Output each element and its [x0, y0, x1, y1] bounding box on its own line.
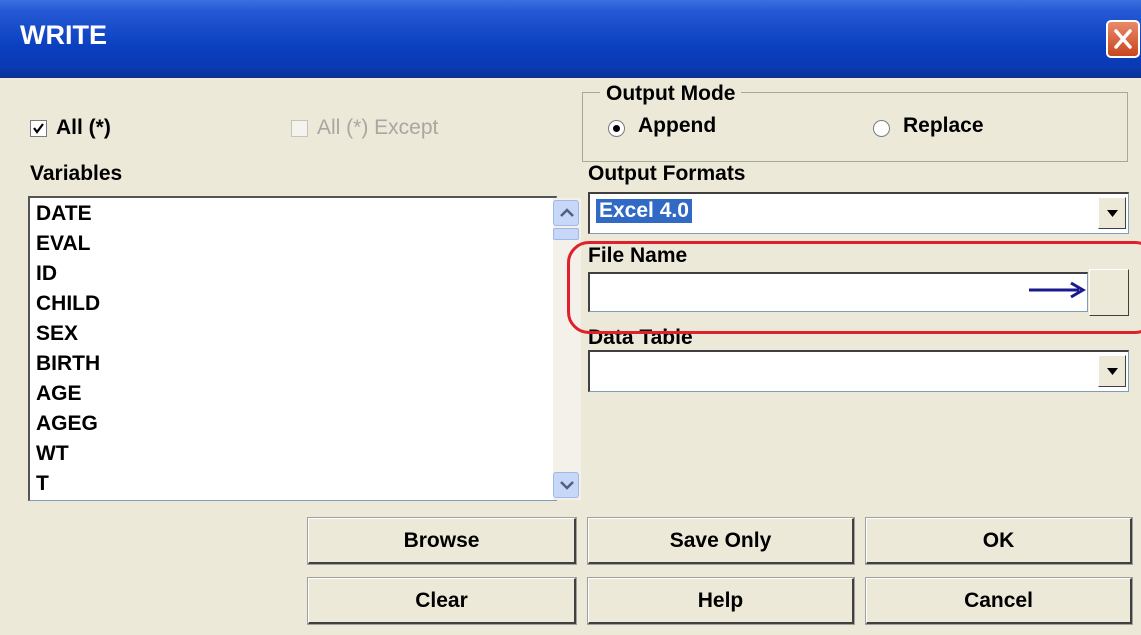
- scroll-up-icon: [560, 208, 574, 217]
- replace-radio[interactable]: [873, 120, 890, 137]
- list-item[interactable]: CHILD: [36, 292, 100, 316]
- list-item[interactable]: BIRTH: [36, 352, 100, 376]
- output-formats-label: Output Formats: [588, 162, 746, 185]
- cancel-button[interactable]: Cancel: [865, 577, 1133, 625]
- scroll-down-icon: [560, 481, 574, 490]
- variables-listbox[interactable]: DATE EVAL ID CHILD SEX BIRTH AGE AGEG WT…: [28, 196, 581, 501]
- dialog-title: WRITE: [20, 20, 107, 50]
- output-formats-dropdown-button[interactable]: [1098, 197, 1126, 229]
- append-label: Append: [638, 114, 717, 137]
- scroll-thumb[interactable]: [553, 228, 579, 240]
- variables-label: Variables: [30, 162, 123, 185]
- output-formats-value: Excel 4.0: [596, 199, 692, 223]
- list-item[interactable]: DATE: [36, 202, 92, 226]
- list-item[interactable]: WT: [36, 442, 69, 466]
- write-dialog: WRITE All (*) All (*) Except Output Mode…: [0, 0, 1141, 635]
- output-formats-select[interactable]: Excel 4.0: [588, 192, 1129, 234]
- all-checkbox[interactable]: [30, 120, 47, 137]
- ok-button[interactable]: OK: [865, 517, 1133, 565]
- scroll-up-button[interactable]: [553, 200, 579, 226]
- data-table-label: Data Table: [588, 326, 693, 349]
- file-browse-button[interactable]: [1089, 269, 1129, 316]
- dropdown-arrow-icon: [1107, 368, 1118, 375]
- all-except-checkbox: [291, 120, 308, 137]
- dropdown-arrow-icon: [1107, 210, 1118, 217]
- variables-scrollbar[interactable]: [553, 198, 581, 500]
- list-item[interactable]: AGE: [36, 382, 82, 406]
- scroll-down-button[interactable]: [553, 472, 579, 498]
- arrow-right-icon: [1029, 281, 1086, 299]
- file-name-input[interactable]: [588, 272, 1088, 312]
- check-icon: [33, 123, 44, 134]
- list-item[interactable]: AGEG: [36, 412, 98, 436]
- help-button[interactable]: Help: [587, 577, 855, 625]
- all-except-label: All (*) Except: [317, 116, 439, 139]
- list-item[interactable]: SEX: [36, 322, 78, 346]
- data-table-dropdown-button[interactable]: [1098, 355, 1126, 387]
- browse-button[interactable]: Browse: [307, 517, 577, 565]
- data-table-select[interactable]: [588, 350, 1129, 392]
- output-mode-label: Output Mode: [600, 82, 742, 106]
- save-only-button[interactable]: Save Only: [587, 517, 855, 565]
- list-item[interactable]: ID: [36, 262, 57, 286]
- append-radio[interactable]: [608, 120, 625, 137]
- list-item[interactable]: T: [36, 472, 49, 496]
- all-checkbox-label: All (*): [56, 116, 111, 139]
- close-button[interactable]: [1106, 20, 1140, 58]
- replace-label: Replace: [903, 114, 984, 137]
- close-icon: [1114, 29, 1132, 49]
- list-item[interactable]: EVAL: [36, 232, 90, 256]
- title-bar: WRITE: [0, 0, 1141, 78]
- file-name-label: File Name: [588, 244, 688, 267]
- clear-button[interactable]: Clear: [307, 577, 577, 625]
